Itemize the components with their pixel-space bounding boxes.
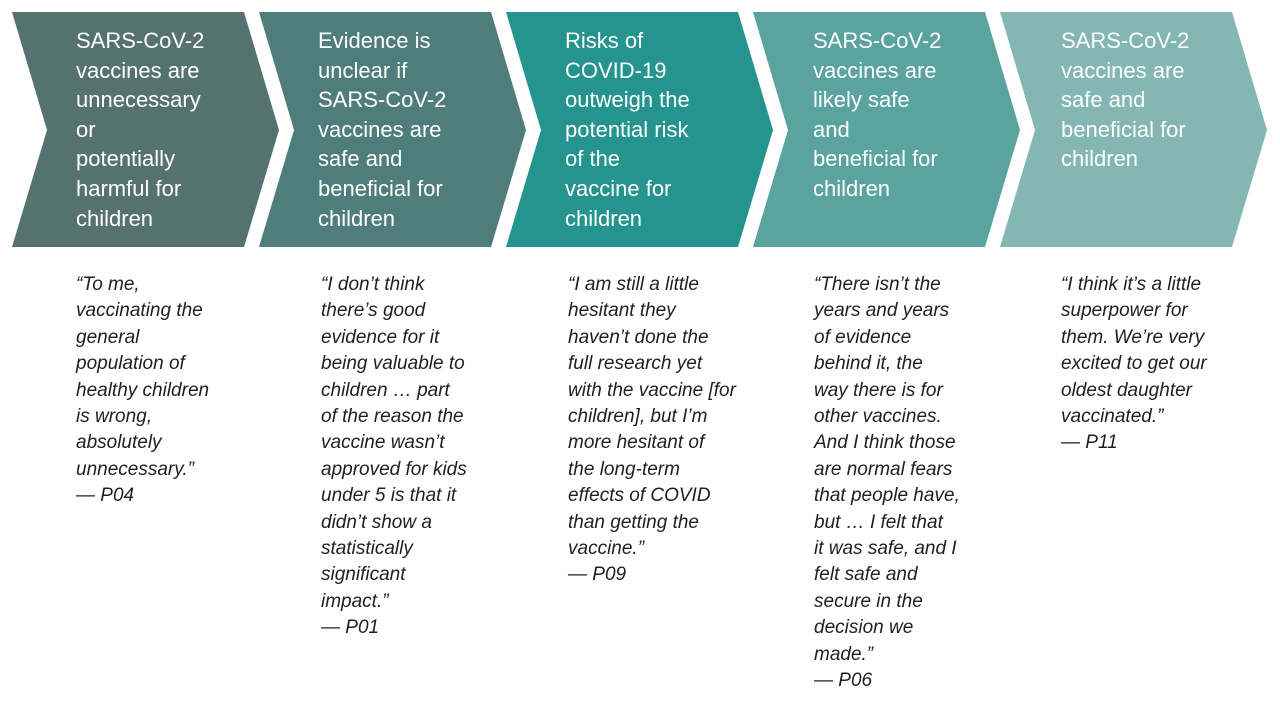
stage-5-label: SARS-CoV-2 vaccines are safe and benefic… — [1061, 28, 1190, 172]
stage-3-attribution: — P09 — [568, 564, 627, 586]
stage-3-label: Risks of COVID-19 outweigh the potential… — [565, 28, 690, 231]
stage-2-quote: “I don’t think there’s good evidence for… — [321, 274, 467, 612]
stage-1-quote-block: “To me, vaccinating the general populati… — [76, 272, 261, 510]
stage-5-quote-block: “I think it’s a little superpower for th… — [1061, 272, 1251, 457]
stage-2-attribution: — P01 — [321, 617, 380, 639]
stage-4-quote-block: “There isn’t the years and years of evid… — [814, 272, 1004, 695]
stage-5-attribution: — P11 — [1061, 432, 1118, 454]
stage-4-quote: “There isn’t the years and years of evid… — [814, 274, 960, 665]
stage-3-quote-block: “I am still a little hesitant they haven… — [568, 272, 768, 589]
stage-4-attribution: — P06 — [814, 670, 873, 692]
stage-2-label: Evidence is unclear if SARS-CoV-2 vaccin… — [318, 28, 447, 231]
stage-2-quote-block: “I don’t think there’s good evidence for… — [321, 272, 506, 642]
stage-1-quote: “To me, vaccinating the general populati… — [76, 274, 210, 480]
stage-4-label: SARS-CoV-2 vaccines are likely safe and … — [813, 28, 942, 201]
stage-5-quote: “I think it’s a little superpower for th… — [1061, 274, 1207, 428]
stage-1-label: SARS-CoV-2 vaccines are unnecessary or p… — [76, 28, 205, 231]
stage-3-quote: “I am still a little hesitant they haven… — [568, 274, 736, 560]
stage-1-attribution: — P04 — [76, 485, 135, 507]
